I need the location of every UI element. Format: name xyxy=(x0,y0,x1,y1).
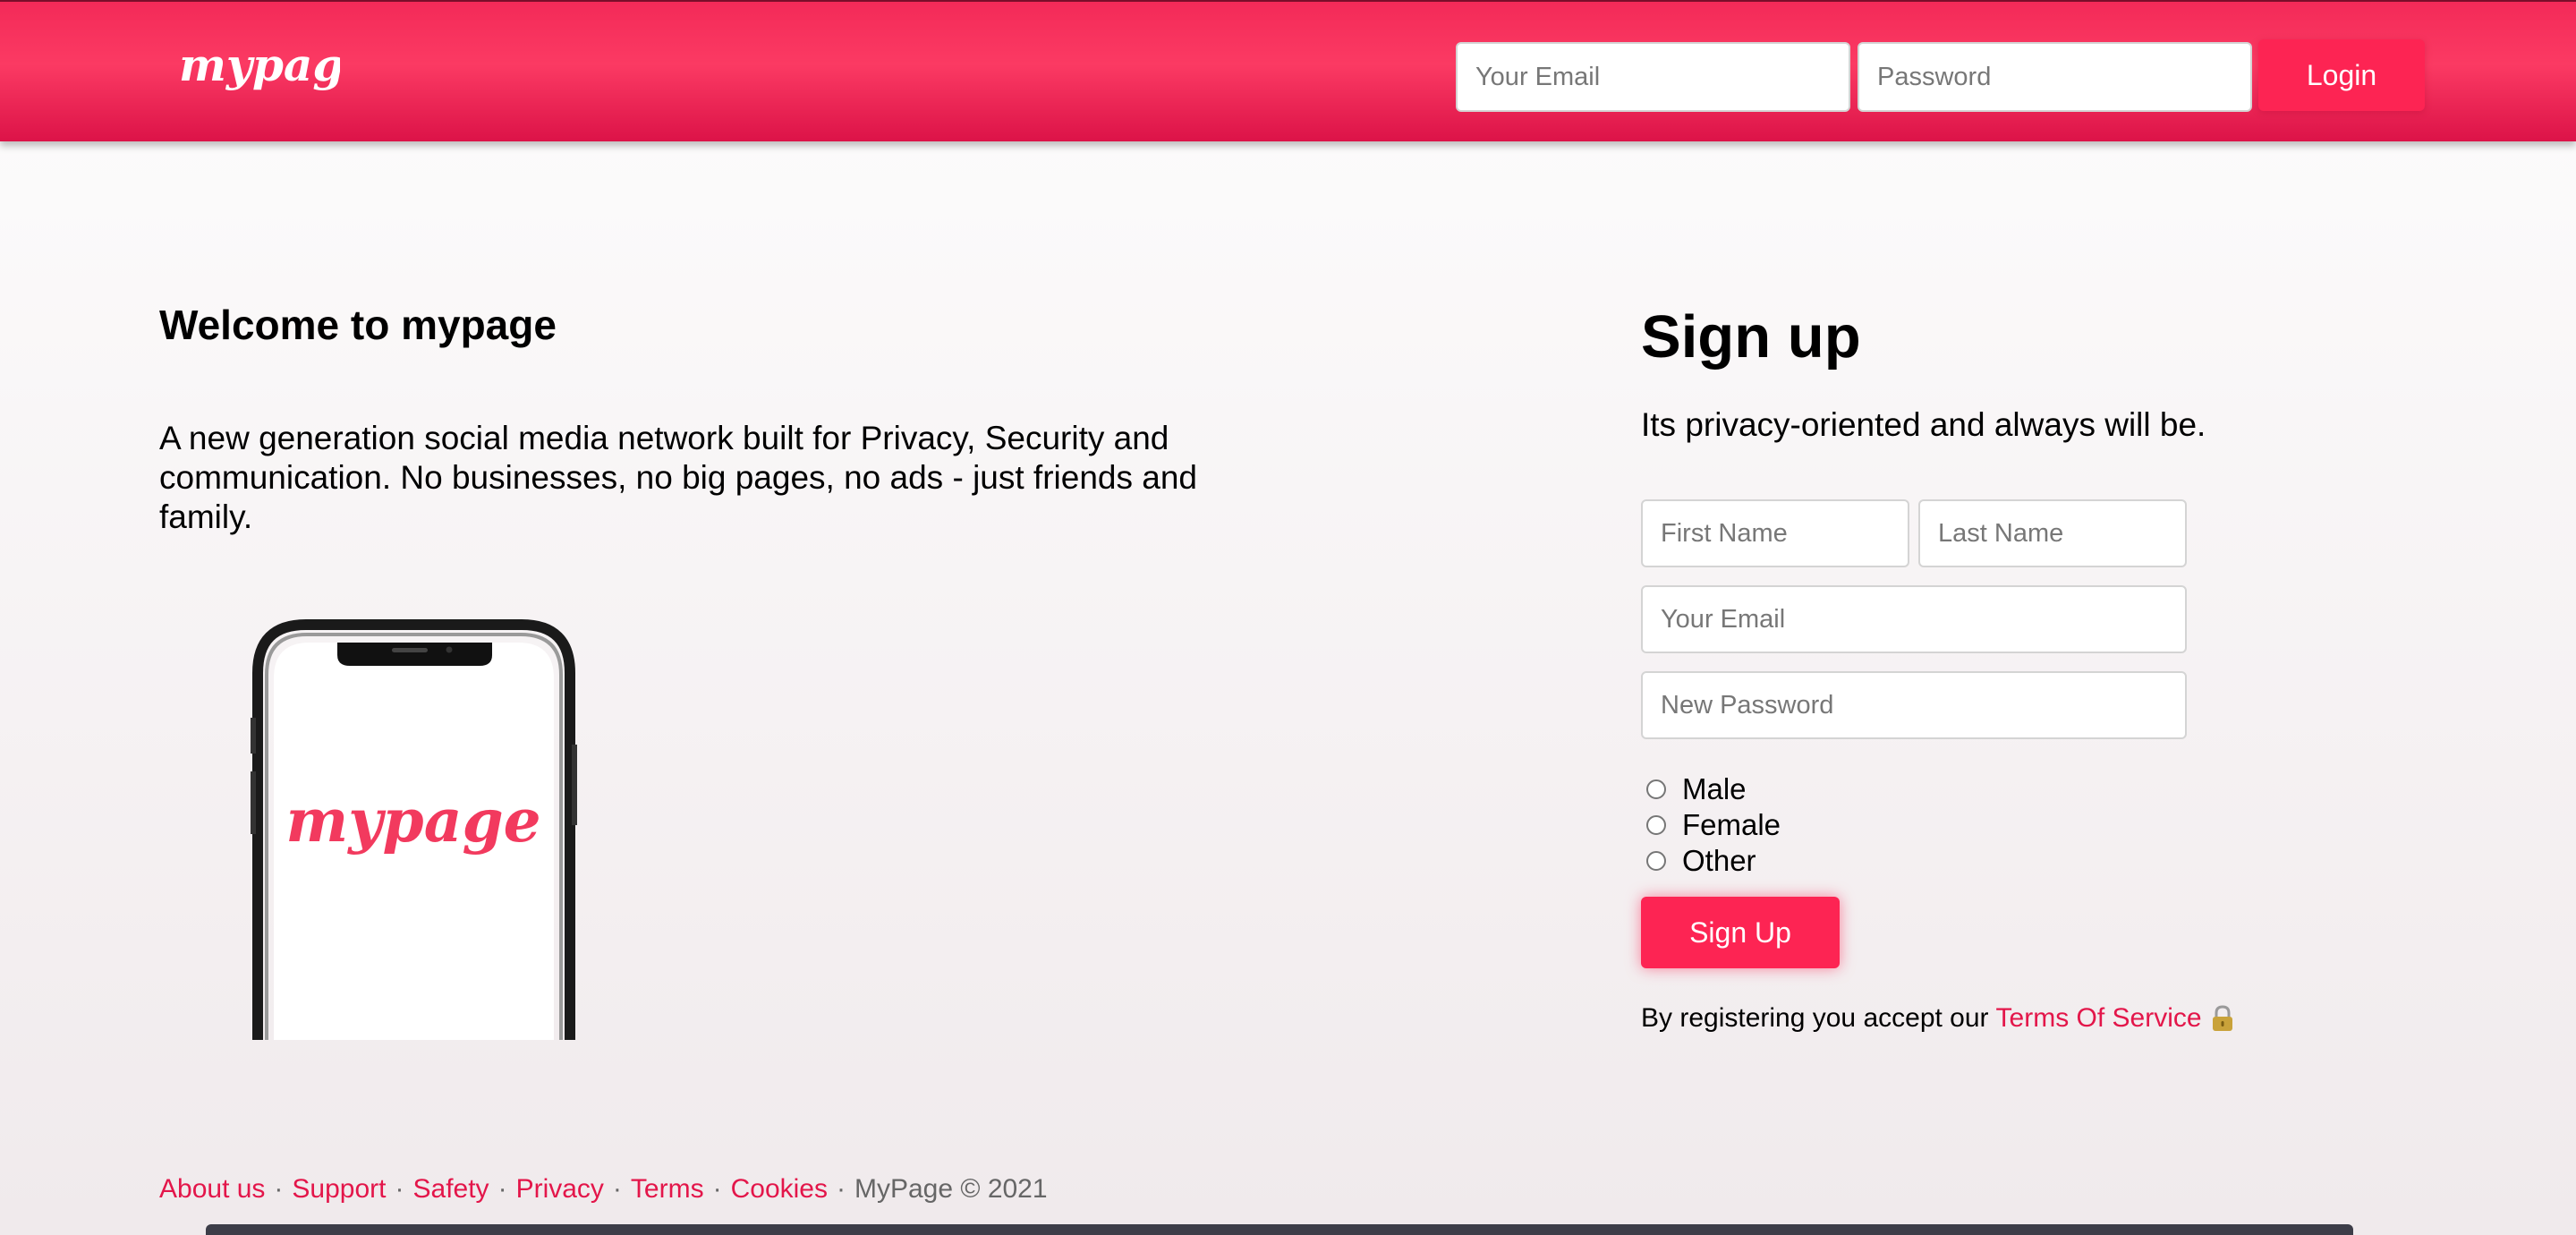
login-password-input[interactable] xyxy=(1858,42,2252,112)
gender-option-other[interactable]: Other xyxy=(1646,843,1756,879)
footer-link-cookies[interactable]: Cookies xyxy=(731,1174,828,1205)
sign-up-button[interactable]: Sign Up xyxy=(1641,897,1840,968)
footer-separator: · xyxy=(836,1174,846,1204)
gender-label-other: Other xyxy=(1682,844,1756,877)
signup-email-input[interactable] xyxy=(1641,585,2187,653)
first-name-input[interactable] xyxy=(1641,499,1909,567)
phone-notch xyxy=(337,643,492,666)
gender-option-female[interactable]: Female xyxy=(1646,807,1781,843)
signup-title: Sign up xyxy=(1641,303,1861,370)
footer-link-about[interactable]: About us xyxy=(159,1174,265,1205)
new-password-input[interactable] xyxy=(1641,671,2187,739)
radio-other[interactable] xyxy=(1646,851,1666,871)
footer-link-support[interactable]: Support xyxy=(292,1174,386,1205)
terms-notice: By registering you accept our Terms Of S… xyxy=(1641,1003,2234,1034)
signup-subtitle: Its privacy-oriented and always will be. xyxy=(1641,406,2206,443)
terms-prefix: By registering you accept our xyxy=(1641,1003,1989,1033)
phone-logo-text: mypage xyxy=(285,786,540,856)
footer-copyright: MyPage © 2021 xyxy=(854,1174,1048,1204)
gender-option-male[interactable]: Male xyxy=(1646,771,1747,807)
footer-link-terms[interactable]: Terms xyxy=(631,1174,704,1205)
footer-separator: · xyxy=(274,1174,284,1204)
radio-male[interactable] xyxy=(1646,779,1666,799)
footer-link-safety[interactable]: Safety xyxy=(413,1174,489,1205)
footer-separator: · xyxy=(712,1174,722,1204)
gender-label-female: Female xyxy=(1682,808,1781,841)
window-bottom-edge xyxy=(206,1224,2353,1235)
welcome-title: Welcome to mypage xyxy=(159,302,557,348)
footer: About us · Support · Safety · Privacy · … xyxy=(159,1174,1048,1205)
lock-icon xyxy=(2211,1005,2234,1032)
footer-separator: · xyxy=(612,1174,622,1204)
login-button[interactable]: Login xyxy=(2258,39,2425,111)
footer-link-privacy[interactable]: Privacy xyxy=(516,1174,604,1205)
login-email-input[interactable] xyxy=(1456,42,1850,112)
last-name-input[interactable] xyxy=(1918,499,2187,567)
gender-label-male: Male xyxy=(1682,772,1747,805)
footer-separator: · xyxy=(497,1174,507,1204)
mypage-logo[interactable]: mypage xyxy=(179,29,340,109)
logo-text: mypage xyxy=(179,38,340,91)
radio-female[interactable] xyxy=(1646,815,1666,835)
terms-of-service-link[interactable]: Terms Of Service xyxy=(1996,1003,2202,1034)
footer-separator: · xyxy=(395,1174,404,1204)
welcome-text: A new generation social media network bu… xyxy=(159,420,1197,535)
top-header: mypage Login xyxy=(0,0,2576,141)
phone-illustration: mypage xyxy=(251,619,577,1040)
